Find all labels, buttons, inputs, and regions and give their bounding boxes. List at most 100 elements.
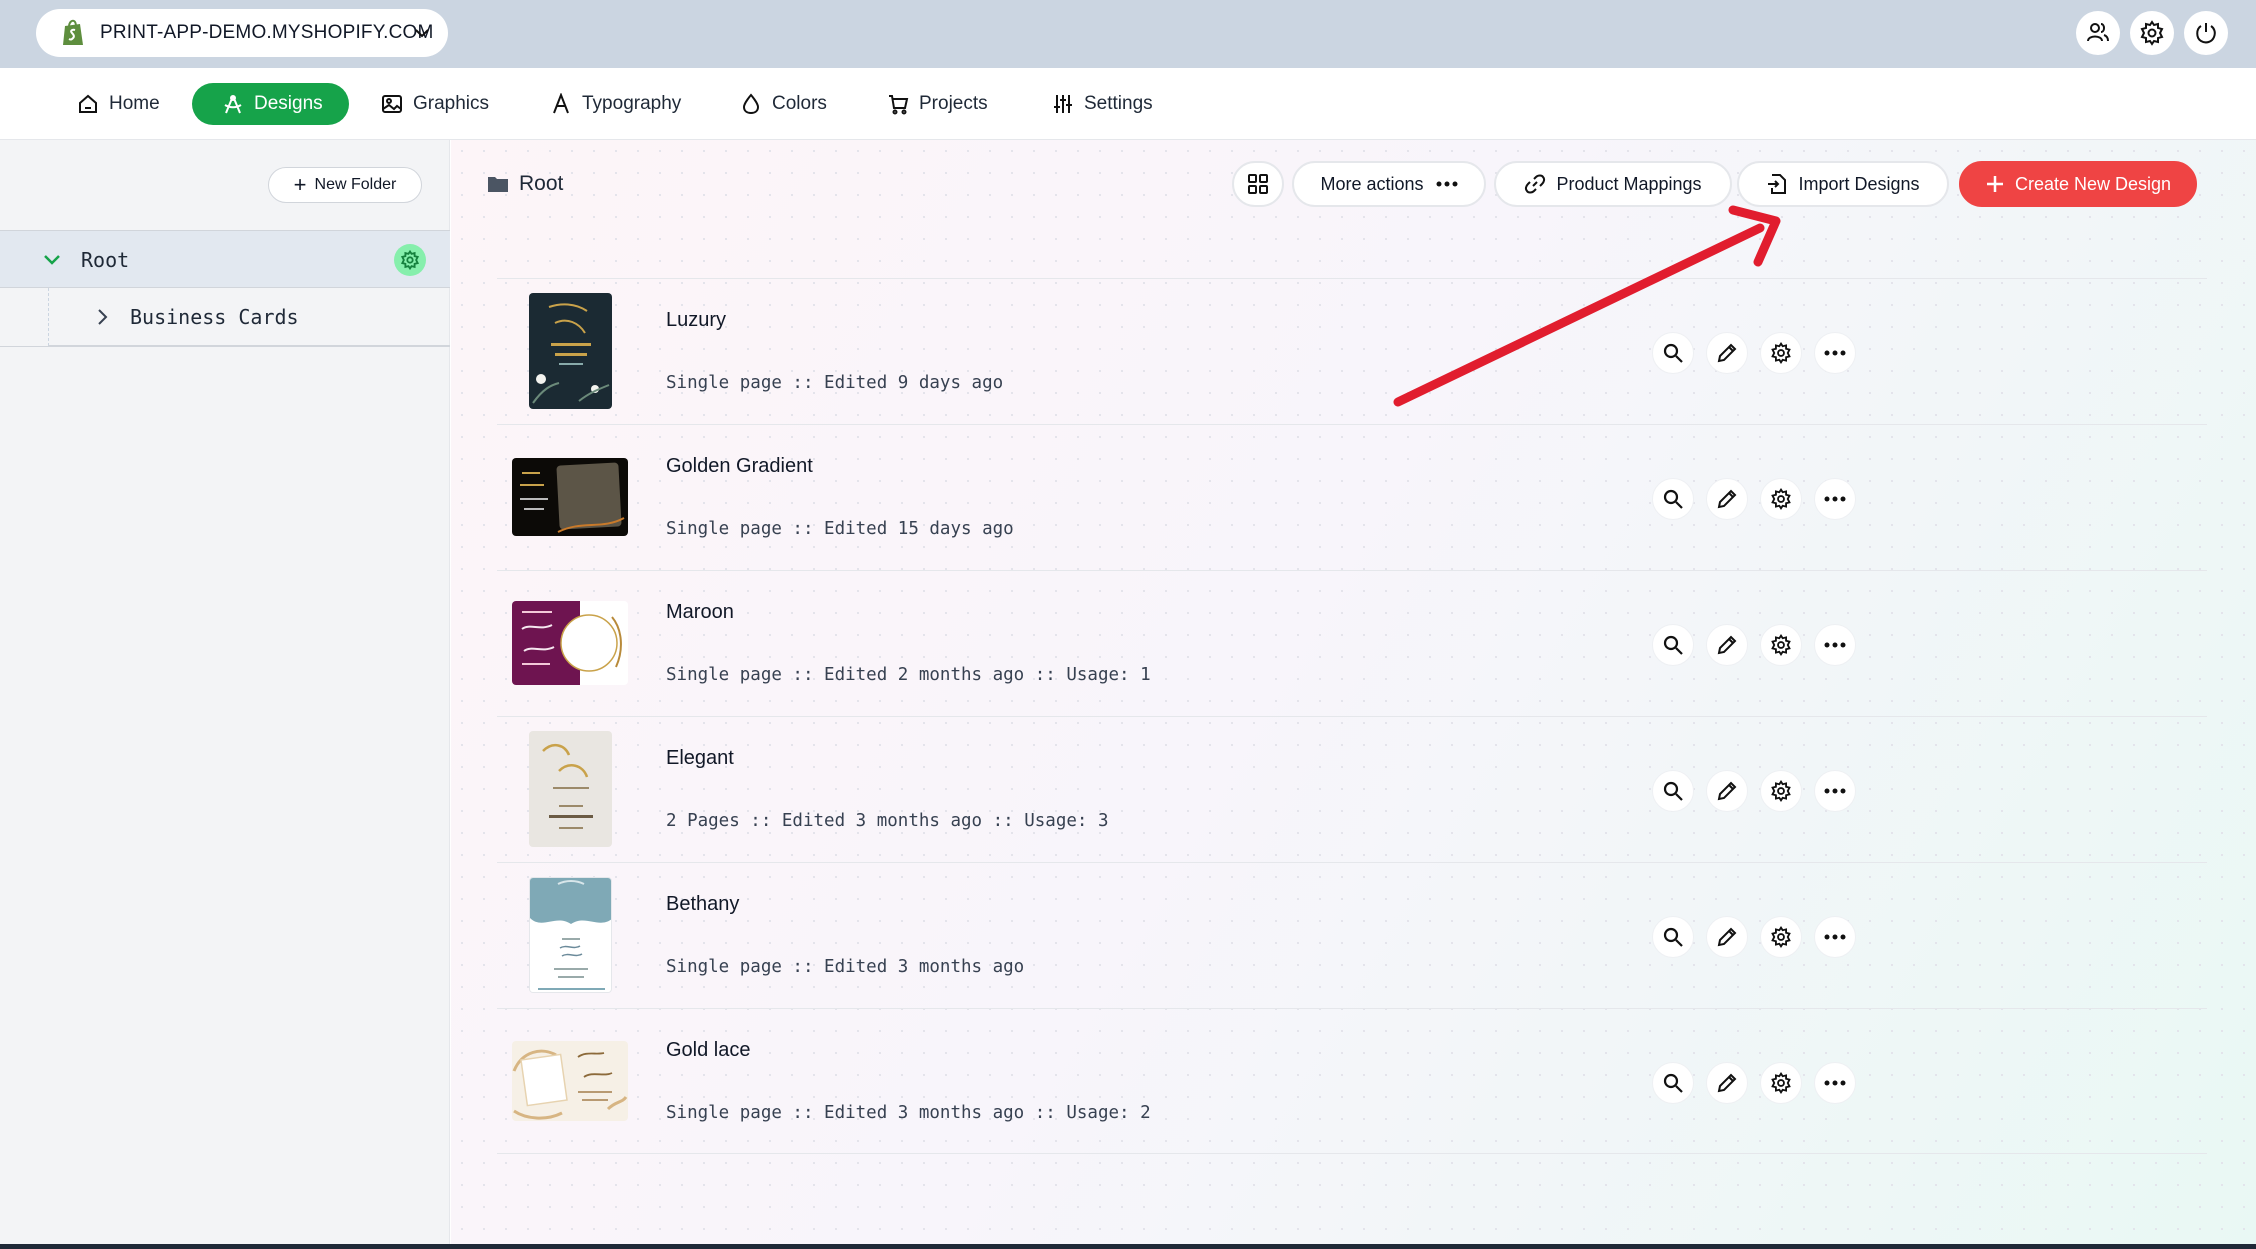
design-row[interactable]: Luzury Single page :: Edited 9 days ago: [497, 278, 2207, 424]
more-actions-button[interactable]: More actions: [1292, 161, 1486, 207]
folder-sidebar: + New Folder Root Business Cards: [0, 140, 450, 1249]
plus-icon: +: [293, 172, 307, 197]
create-new-design-button[interactable]: Create New Design: [1959, 161, 2197, 207]
design-settings-button[interactable]: [1760, 478, 1802, 520]
design-thumbnail[interactable]: [512, 601, 628, 685]
main-nav: Home Designs Graphics Typography Colors …: [0, 68, 2256, 140]
design-list: Luzury Single page :: Edited 9 days ago: [497, 278, 2207, 1154]
logout-button[interactable]: [2184, 11, 2228, 55]
nav-graphics[interactable]: Graphics: [381, 83, 489, 125]
new-folder-button[interactable]: + New Folder: [268, 167, 422, 203]
design-title[interactable]: Elegant: [666, 747, 734, 770]
more-dots-icon: [1824, 788, 1846, 794]
preview-button[interactable]: [1652, 624, 1694, 666]
store-selector[interactable]: PRINT-APP-DEMO.MYSHOPIFY.COM: [36, 9, 448, 57]
settings-button[interactable]: [2130, 11, 2174, 55]
search-icon: [1663, 489, 1683, 509]
design-title[interactable]: Bethany: [666, 893, 739, 916]
more-options-button[interactable]: [1814, 478, 1856, 520]
more-options-button[interactable]: [1814, 624, 1856, 666]
preview-button[interactable]: [1652, 478, 1694, 520]
pencil-icon: [1717, 781, 1737, 801]
edit-button[interactable]: [1706, 478, 1748, 520]
edit-button[interactable]: [1706, 770, 1748, 812]
gear-icon: [1771, 634, 1791, 656]
folder-root-label: Root: [81, 248, 130, 272]
more-options-button[interactable]: [1814, 770, 1856, 812]
design-settings-button[interactable]: [1760, 1062, 1802, 1104]
nav-colors[interactable]: Colors: [740, 83, 827, 125]
preview-button[interactable]: [1652, 332, 1694, 374]
design-title[interactable]: Golden Gradient: [666, 455, 813, 478]
design-settings-button[interactable]: [1760, 770, 1802, 812]
design-row[interactable]: Bethany Single page :: Edited 3 months a…: [497, 862, 2207, 1008]
design-actions: [1652, 624, 1868, 666]
nav-typography[interactable]: Typography: [550, 83, 681, 125]
design-row[interactable]: Golden Gradient Single page :: Edited 15…: [497, 424, 2207, 570]
design-thumbnail[interactable]: [512, 458, 628, 536]
edit-button[interactable]: [1706, 624, 1748, 666]
folder-business-cards[interactable]: Business Cards: [48, 288, 450, 346]
design-meta: Single page :: Edited 15 days ago: [666, 519, 1014, 539]
chevron-right-icon[interactable]: [93, 308, 111, 326]
typography-icon: [553, 93, 569, 114]
edit-button[interactable]: [1706, 916, 1748, 958]
edit-button[interactable]: [1706, 1062, 1748, 1104]
nav-designs[interactable]: Designs: [192, 83, 349, 125]
more-options-button[interactable]: [1814, 916, 1856, 958]
design-title[interactable]: Gold lace: [666, 1039, 751, 1062]
search-icon: [1663, 781, 1683, 801]
design-actions: [1652, 332, 1868, 374]
design-thumbnail[interactable]: [529, 877, 612, 993]
import-designs-button[interactable]: Import Designs: [1737, 161, 1949, 207]
users-button[interactable]: [2076, 11, 2120, 55]
nav-projects[interactable]: Projects: [887, 83, 988, 125]
pencil-icon: [1717, 1073, 1737, 1093]
chevron-down-icon[interactable]: [42, 250, 62, 270]
more-options-button[interactable]: [1814, 1062, 1856, 1104]
preview-button[interactable]: [1652, 1062, 1694, 1104]
home-icon: [79, 94, 97, 113]
pencil-icon: [1717, 635, 1737, 655]
preview-button[interactable]: [1652, 916, 1694, 958]
design-row[interactable]: Gold lace Single page :: Edited 3 months…: [497, 1008, 2207, 1154]
folder-root[interactable]: Root: [0, 230, 450, 288]
chevron-down-icon: [415, 29, 429, 38]
power-icon: [2196, 23, 2216, 44]
design-thumbnail[interactable]: [529, 293, 612, 409]
design-settings-button[interactable]: [1760, 916, 1802, 958]
folder-settings-button[interactable]: [394, 244, 426, 276]
search-icon: [1663, 635, 1683, 655]
design-title[interactable]: Maroon: [666, 601, 734, 624]
gear-icon: [1771, 780, 1791, 802]
gear-icon: [1771, 342, 1791, 364]
design-title[interactable]: Luzury: [666, 309, 726, 332]
breadcrumb-root[interactable]: Root: [519, 172, 563, 196]
nav-settings[interactable]: Settings: [1052, 83, 1153, 125]
store-name: PRINT-APP-DEMO.MYSHOPIFY.COM: [100, 22, 434, 43]
import-icon: [1768, 174, 1787, 194]
grid-view-button[interactable]: [1232, 161, 1284, 207]
edit-button[interactable]: [1706, 332, 1748, 374]
gear-icon: [400, 250, 420, 270]
design-thumbnail[interactable]: [512, 1041, 628, 1121]
preview-button[interactable]: [1652, 770, 1694, 812]
gear-icon: [2140, 20, 2164, 46]
plus-icon: [1986, 176, 2003, 192]
design-actions: [1652, 916, 1868, 958]
product-mappings-button[interactable]: Product Mappings: [1494, 161, 1732, 207]
top-right-actions: [2076, 11, 2256, 55]
nav-home[interactable]: Home: [77, 83, 160, 125]
design-settings-button[interactable]: [1760, 624, 1802, 666]
design-thumbnail[interactable]: [529, 731, 612, 847]
design-actions: [1652, 770, 1868, 812]
design-row[interactable]: Elegant 2 Pages :: Edited 3 months ago :…: [497, 716, 2207, 862]
design-meta: Single page :: Edited 9 days ago: [666, 373, 1004, 393]
search-icon: [1663, 1073, 1683, 1093]
top-bar: PRINT-APP-DEMO.MYSHOPIFY.COM: [0, 0, 2256, 68]
more-options-button[interactable]: [1814, 332, 1856, 374]
design-meta: Single page :: Edited 3 months ago :: Us…: [666, 1103, 1151, 1123]
design-settings-button[interactable]: [1760, 332, 1802, 374]
more-dots-icon: [1436, 181, 1458, 187]
design-row[interactable]: Maroon Single page :: Edited 2 months ag…: [497, 570, 2207, 716]
